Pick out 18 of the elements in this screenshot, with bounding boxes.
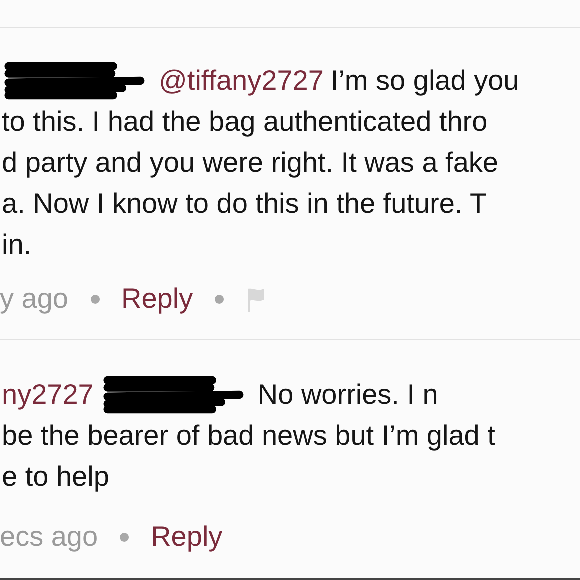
comment-text: to this. I had the bag authenticated thro	[2, 105, 488, 139]
flag-icon[interactable]	[246, 286, 266, 312]
timestamp: y ago	[0, 283, 68, 315]
reply-link[interactable]: Reply	[122, 283, 194, 315]
separator-dot	[120, 532, 130, 542]
comment-text: a. Now I know to do this in the future. T	[2, 187, 488, 221]
comment-text: in.	[2, 228, 32, 262]
mention-link[interactable]: @tiffany2727	[159, 60, 324, 101]
comment-text: d party and you were right. It was a fake	[2, 146, 498, 180]
comment-text: I’m so glad you	[330, 64, 520, 98]
comment-text: e to help	[2, 460, 110, 494]
mention-link[interactable]: ny2727	[2, 374, 94, 415]
timestamp: ecs ago	[0, 521, 98, 553]
reply-link[interactable]: Reply	[151, 521, 223, 553]
comment-text: No worries. I n	[258, 378, 438, 412]
separator-dot	[215, 294, 224, 304]
comment-text: be the bearer of bad news but I’m glad t	[2, 419, 496, 453]
separator-dot	[90, 294, 100, 304]
